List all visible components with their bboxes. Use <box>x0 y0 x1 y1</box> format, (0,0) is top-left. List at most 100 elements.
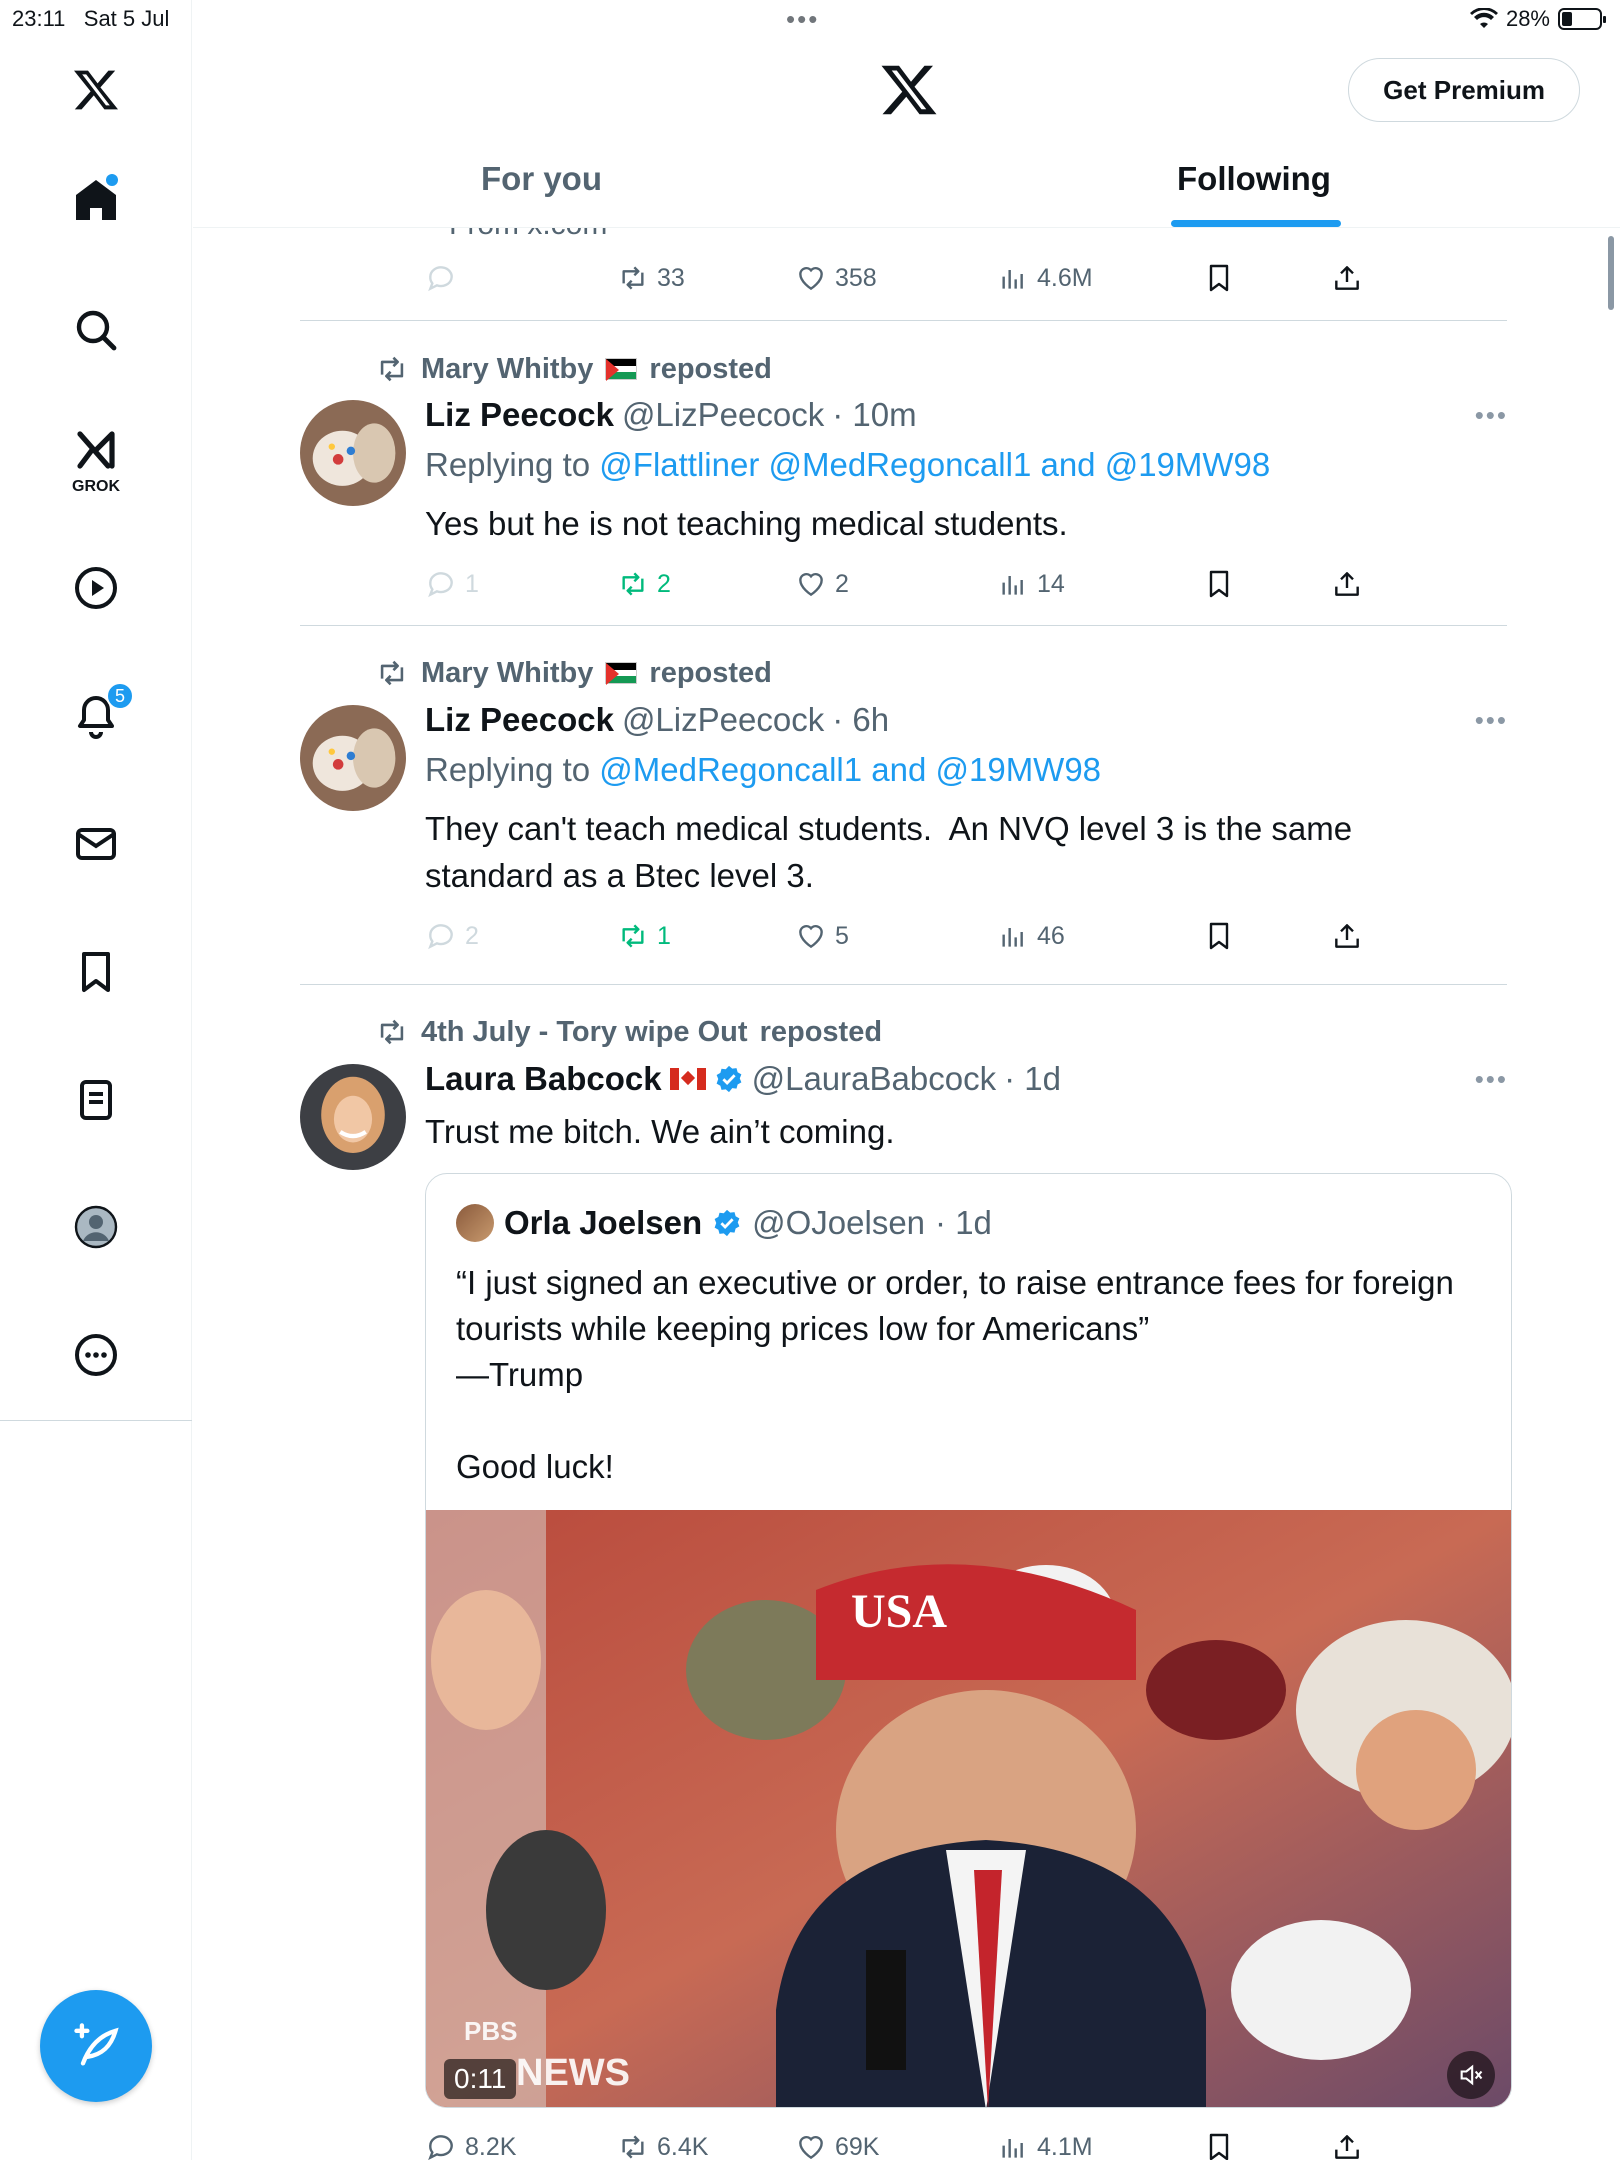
more-icon[interactable] <box>66 1325 126 1385</box>
repost-count: 2 <box>657 569 671 598</box>
video-duration: 0:11 <box>444 2059 517 2099</box>
reply-icon <box>428 572 453 598</box>
reposter-name[interactable]: Mary Whitby <box>421 353 593 386</box>
replying-to-handles[interactable]: @Flattliner @MedRegoncall1 and @19MW98 <box>599 446 1270 483</box>
quoted-post-time[interactable]: · 1d <box>935 1204 992 1242</box>
battery-icon <box>1558 8 1606 30</box>
heart-icon <box>799 924 823 949</box>
repost-button[interactable]: 6.4K <box>617 2131 708 2160</box>
quoted-author-handle[interactable]: @OJoelsen <box>752 1204 925 1242</box>
scrollbar[interactable] <box>1608 236 1614 310</box>
reply-count: 2 <box>465 921 479 950</box>
share-button[interactable] <box>1331 2131 1363 2160</box>
palestine-flag-icon <box>605 358 638 381</box>
views-button[interactable]: 4.1M <box>997 2131 1093 2160</box>
author-handle[interactable]: @LizPeecock <box>622 701 824 739</box>
timeline-feed: From x.com 33 358 4.6M Mary Whitby <box>193 228 1620 2160</box>
share-button[interactable] <box>1331 568 1363 600</box>
lists-icon[interactable] <box>66 1070 126 1130</box>
post-separator <box>300 984 1507 985</box>
post-text: They can't teach medical students. An NV… <box>425 810 1362 894</box>
like-button[interactable]: 5 <box>795 920 849 952</box>
post-time[interactable]: · 10m <box>832 396 916 434</box>
views-button[interactable]: 46 <box>997 920 1065 952</box>
notifications-icon[interactable]: 5 <box>66 682 134 746</box>
bookmark-button[interactable] <box>1203 2131 1235 2160</box>
repost-button[interactable]: 33 <box>617 262 685 294</box>
repost-button[interactable]: 2 <box>617 568 671 600</box>
bookmark-button[interactable] <box>1203 262 1235 294</box>
share-button[interactable] <box>1331 920 1363 952</box>
bookmark-button[interactable] <box>1203 568 1235 600</box>
reply-icon <box>428 924 453 950</box>
avatar[interactable] <box>300 1064 406 1170</box>
bookmark-icon <box>1209 2133 1229 2160</box>
more-options-icon[interactable]: ••• <box>1475 705 1508 736</box>
verified-badge-icon <box>716 1065 741 1093</box>
like-button[interactable]: 358 <box>795 262 877 294</box>
share-button[interactable] <box>1331 262 1363 294</box>
tab-for-you[interactable]: For you <box>481 160 602 198</box>
active-tab-indicator <box>1171 220 1341 227</box>
reply-button[interactable]: 1 <box>425 568 479 600</box>
author-line: Laura Babcock @LauraBabcock · 1d <box>425 1060 1061 1098</box>
like-button[interactable]: 69K <box>795 2131 879 2160</box>
action-row: 1 2 2 14 <box>425 568 1425 608</box>
more-options-icon[interactable]: ••• <box>1475 1064 1508 1095</box>
palestine-flag-icon <box>605 662 638 685</box>
quoted-avatar[interactable] <box>456 1204 494 1242</box>
status-time: 23:11 Sat 5 Jul <box>12 6 170 31</box>
author-name[interactable]: Laura Babcock <box>425 1060 662 1098</box>
mute-toggle-button[interactable] <box>1447 2051 1495 2099</box>
author-handle[interactable]: @LizPeecock <box>622 396 824 434</box>
quoted-post[interactable]: Orla Joelsen @OJoelsen · 1d “I just sign… <box>425 1173 1512 2108</box>
heart-icon <box>799 266 823 291</box>
search-icon[interactable] <box>66 300 126 360</box>
reply-button[interactable]: 8.2K <box>425 2131 516 2160</box>
get-premium-button[interactable]: Get Premium <box>1348 58 1580 122</box>
like-button[interactable]: 2 <box>795 568 849 600</box>
home-icon[interactable] <box>66 170 126 230</box>
share-icon <box>1335 572 1359 596</box>
author-name[interactable]: Liz Peecock <box>425 396 614 434</box>
quoted-author-name[interactable]: Orla Joelsen <box>504 1204 702 1242</box>
bookmark-icon <box>1209 922 1229 950</box>
tab-following[interactable]: Following <box>1177 160 1331 198</box>
reposter-name[interactable]: 4th July - Tory wipe Out <box>421 1016 748 1049</box>
like-count: 69K <box>835 2132 880 2160</box>
reply-icon <box>428 2135 453 2160</box>
video-player[interactable]: USA PBS NEWS 0:11 <box>426 1510 1511 2107</box>
post-time[interactable]: · 1d <box>1004 1060 1061 1098</box>
bookmarks-icon[interactable] <box>66 942 126 1002</box>
home-unread-dot <box>106 174 118 186</box>
reposter-name[interactable]: Mary Whitby <box>421 657 593 690</box>
x-logo-icon[interactable] <box>879 60 939 120</box>
like-count: 358 <box>835 263 877 292</box>
compose-button[interactable] <box>40 1990 152 2102</box>
post-time[interactable]: · 6h <box>832 701 889 739</box>
like-count: 2 <box>835 569 849 598</box>
sidebar: GROK 5 <box>0 0 192 2160</box>
bookmark-button[interactable] <box>1203 920 1235 952</box>
replying-to-prefix: Replying to <box>425 446 591 483</box>
video-icon[interactable] <box>66 558 126 618</box>
profile-icon[interactable] <box>66 1197 126 1257</box>
replying-to-prefix: Replying to <box>425 751 591 788</box>
replying-to-handles[interactable]: @MedRegoncall1 and @19MW98 <box>599 751 1101 788</box>
x-logo-icon[interactable] <box>66 60 126 120</box>
author-handle[interactable]: @LauraBabcock <box>752 1060 996 1098</box>
avatar[interactable] <box>300 400 406 506</box>
views-button[interactable]: 4.6M <box>997 262 1093 294</box>
multitask-dots-icon[interactable]: ••• <box>786 4 819 35</box>
reply-button[interactable]: 2 <box>425 920 479 952</box>
views-button[interactable]: 14 <box>997 568 1065 600</box>
grok-icon[interactable] <box>66 420 126 480</box>
repost-button[interactable]: 1 <box>617 920 671 952</box>
messages-icon[interactable] <box>66 814 126 874</box>
reposted-label: reposted <box>649 656 772 689</box>
avatar[interactable] <box>300 705 406 811</box>
reply-button[interactable] <box>425 262 457 294</box>
news-watermark: NEWS <box>516 2052 630 2094</box>
more-options-icon[interactable]: ••• <box>1475 400 1508 431</box>
author-name[interactable]: Liz Peecock <box>425 701 614 739</box>
